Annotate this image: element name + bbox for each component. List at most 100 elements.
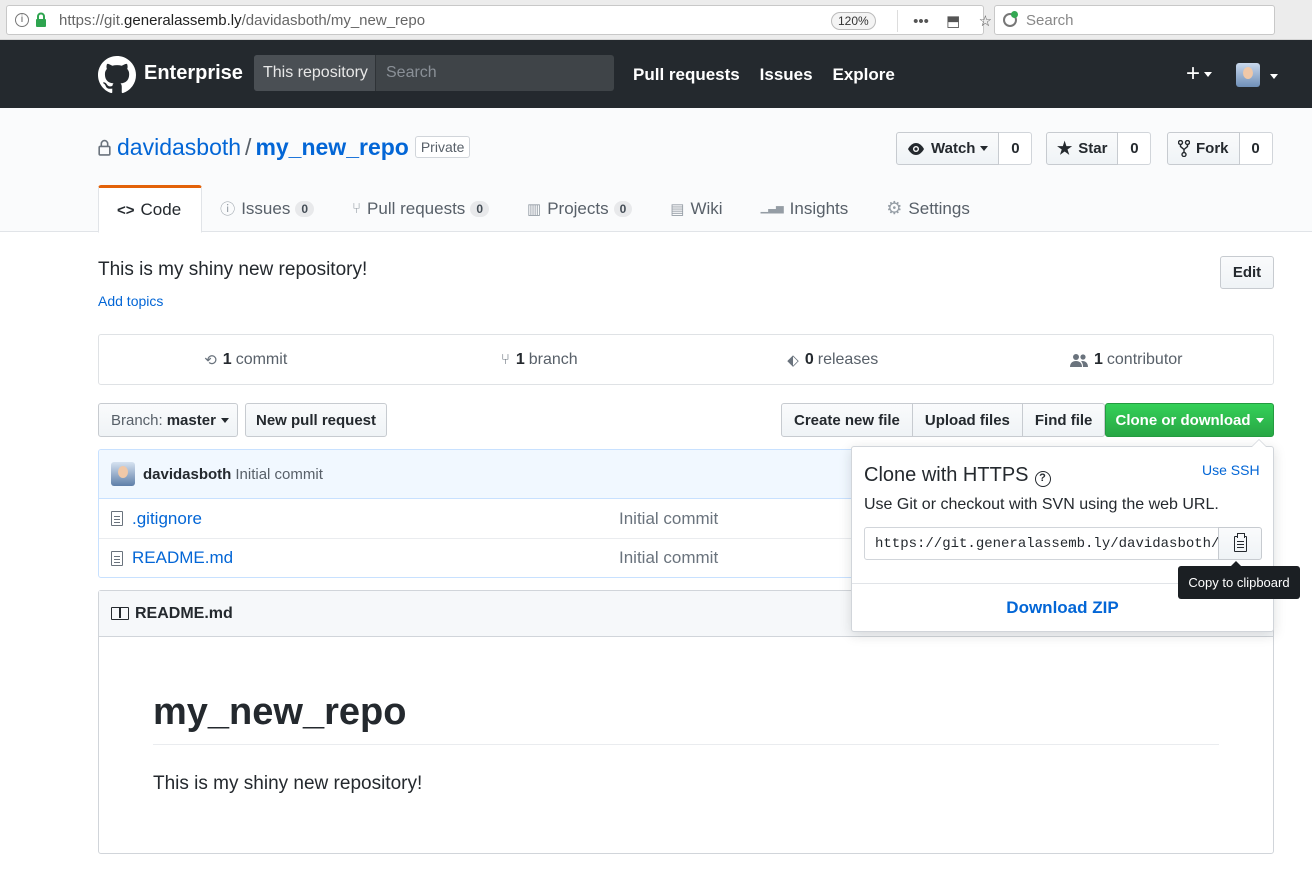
repo-owner-link[interactable]: davidasboth xyxy=(117,134,241,160)
tab-projects[interactable]: ▥ Projects 0 xyxy=(509,185,652,232)
tab-settings[interactable]: ⚙ Settings xyxy=(868,185,990,232)
releases-summary[interactable]: ⬖ 0 releases xyxy=(686,335,980,384)
github-logo-icon[interactable] xyxy=(98,56,136,94)
zoom-level[interactable]: 120% xyxy=(831,12,876,30)
branches-label: branch xyxy=(528,350,578,368)
create-new-menu[interactable]: + xyxy=(1186,62,1213,86)
releases-label: releases xyxy=(817,350,879,368)
star-button[interactable]: ★ Star xyxy=(1046,132,1119,165)
private-badge: Private xyxy=(414,136,471,158)
tab-issues[interactable]: ⓘ Issues 0 xyxy=(202,185,334,232)
people-icon xyxy=(1070,353,1088,367)
help-icon[interactable]: ? xyxy=(1034,471,1051,487)
edit-description-button[interactable]: Edit xyxy=(1220,256,1274,289)
commits-summary[interactable]: ⟲ 1 commit xyxy=(99,335,393,384)
watch-label: Watch xyxy=(931,140,976,157)
code-icon: <> xyxy=(117,201,135,219)
search-scope-label[interactable]: This repository xyxy=(254,55,376,91)
header-search: This repository xyxy=(254,55,614,91)
watch-group: Watch 0 xyxy=(896,132,1033,165)
fork-button[interactable]: Fork xyxy=(1167,132,1240,165)
info-icon[interactable]: i xyxy=(15,13,29,27)
tab-label: Code xyxy=(140,200,182,219)
address-bar[interactable]: i https://git.generalassemb.ly/davidasbo… xyxy=(6,5,992,35)
tab-wiki[interactable]: ▤ Wiki xyxy=(652,185,742,232)
branch-select-button[interactable]: Branch: master xyxy=(98,403,238,437)
tab-counter: 0 xyxy=(470,200,489,217)
clone-or-download-button[interactable]: Clone or download xyxy=(1105,403,1274,437)
tab-label: Wiki xyxy=(690,198,723,218)
chevron-down-icon[interactable] xyxy=(1270,74,1278,79)
commit-author[interactable]: davidasboth xyxy=(143,466,231,483)
file-name-link[interactable]: .gitignore xyxy=(132,509,202,529)
new-pull-request-button[interactable]: New pull request xyxy=(245,403,387,437)
readme-heading: my_new_repo xyxy=(153,691,1219,745)
commits-count: 1 xyxy=(222,350,232,368)
tab-label: Projects xyxy=(547,198,609,218)
nav-explore[interactable]: Explore xyxy=(832,65,894,84)
browser-search-field[interactable]: Search xyxy=(994,5,1275,35)
repo-description: This is my shiny new repository! xyxy=(98,259,368,280)
brand-label[interactable]: Enterprise xyxy=(144,62,243,85)
find-file-button[interactable]: Find file xyxy=(1021,403,1106,437)
avatar[interactable] xyxy=(1236,63,1260,87)
fork-count[interactable]: 0 xyxy=(1239,132,1273,165)
header-search-input[interactable] xyxy=(376,55,614,91)
eye-icon xyxy=(908,142,924,155)
star-icon: ★ xyxy=(1057,138,1073,158)
tab-pull-requests[interactable]: ⑂ Pull requests 0 xyxy=(334,185,509,232)
tag-icon: ⬖ xyxy=(787,351,799,369)
nav-issues[interactable]: Issues xyxy=(760,65,813,84)
browser-search-placeholder: Search xyxy=(1026,12,1074,29)
divider xyxy=(897,10,898,32)
contributors-count: 1 xyxy=(1094,350,1103,368)
chevron-down-icon xyxy=(1255,417,1264,423)
use-ssh-link[interactable]: Use SSH xyxy=(1202,462,1260,478)
pull-request-icon: ⑂ xyxy=(352,200,362,217)
numbers-summary: ⟲ 1 commit ⑂ 1 branch ⬖ 0 releases 1 contributo… xyxy=(98,334,1274,385)
fork-icon xyxy=(1178,140,1190,157)
create-new-file-button[interactable]: Create new file xyxy=(781,403,913,437)
star-label: Star xyxy=(1078,140,1108,157)
graph-icon: ▁▃▅ xyxy=(760,203,784,214)
avatar[interactable] xyxy=(111,462,135,486)
add-topics-link[interactable]: Add topics xyxy=(98,293,163,309)
more-actions-icon[interactable]: ••• xyxy=(907,13,935,30)
file-commit-message[interactable]: Initial commit xyxy=(619,509,718,529)
commit-message[interactable]: Initial commit xyxy=(235,466,323,483)
readme-filename: README.md xyxy=(135,604,233,622)
issue-icon: ⓘ xyxy=(220,201,236,218)
chevron-down-icon xyxy=(1204,72,1213,78)
file-commit-message[interactable]: Initial commit xyxy=(619,548,718,568)
clone-url-input[interactable] xyxy=(864,527,1220,560)
branch-name: master xyxy=(166,411,216,429)
download-zip-link[interactable]: Download ZIP xyxy=(852,598,1273,618)
pocket-icon[interactable]: ⬒ xyxy=(939,12,967,30)
url-text: https://git.generalassemb.ly/davidasboth… xyxy=(59,12,426,29)
nav-pull-requests[interactable]: Pull requests xyxy=(633,65,740,84)
chevron-down-icon xyxy=(220,417,229,423)
file-name-link[interactable]: README.md xyxy=(132,548,233,568)
browser-toolbar: i https://git.generalassemb.ly/davidasbo… xyxy=(0,0,1312,40)
book-icon xyxy=(111,607,129,620)
watch-count[interactable]: 0 xyxy=(999,132,1033,165)
tab-insights[interactable]: ▁▃▅ Insights xyxy=(743,185,869,232)
clone-subtitle: Use Git or checkout with SVN using the w… xyxy=(864,496,1219,513)
copy-tooltip: Copy to clipboard xyxy=(1178,561,1300,599)
tab-code[interactable]: <> Code xyxy=(98,185,203,233)
fork-label: Fork xyxy=(1196,140,1229,157)
star-count[interactable]: 0 xyxy=(1118,132,1152,165)
commits-label: commit xyxy=(235,350,288,368)
gear-icon: ⚙ xyxy=(886,198,903,218)
clone-title-text: Clone with HTTPS xyxy=(864,464,1029,486)
contributors-summary[interactable]: 1 contributor xyxy=(980,335,1274,384)
path-separator: / xyxy=(245,134,252,160)
file-icon xyxy=(111,511,123,526)
upload-files-button[interactable]: Upload files xyxy=(911,403,1023,437)
watch-button[interactable]: Watch xyxy=(896,132,1000,165)
branches-summary[interactable]: ⑂ 1 branch xyxy=(393,335,687,384)
branch-icon: ⑂ xyxy=(500,351,510,368)
repo-name-link[interactable]: my_new_repo xyxy=(255,134,408,160)
tab-label: Issues xyxy=(241,198,291,218)
releases-count: 0 xyxy=(804,350,814,368)
